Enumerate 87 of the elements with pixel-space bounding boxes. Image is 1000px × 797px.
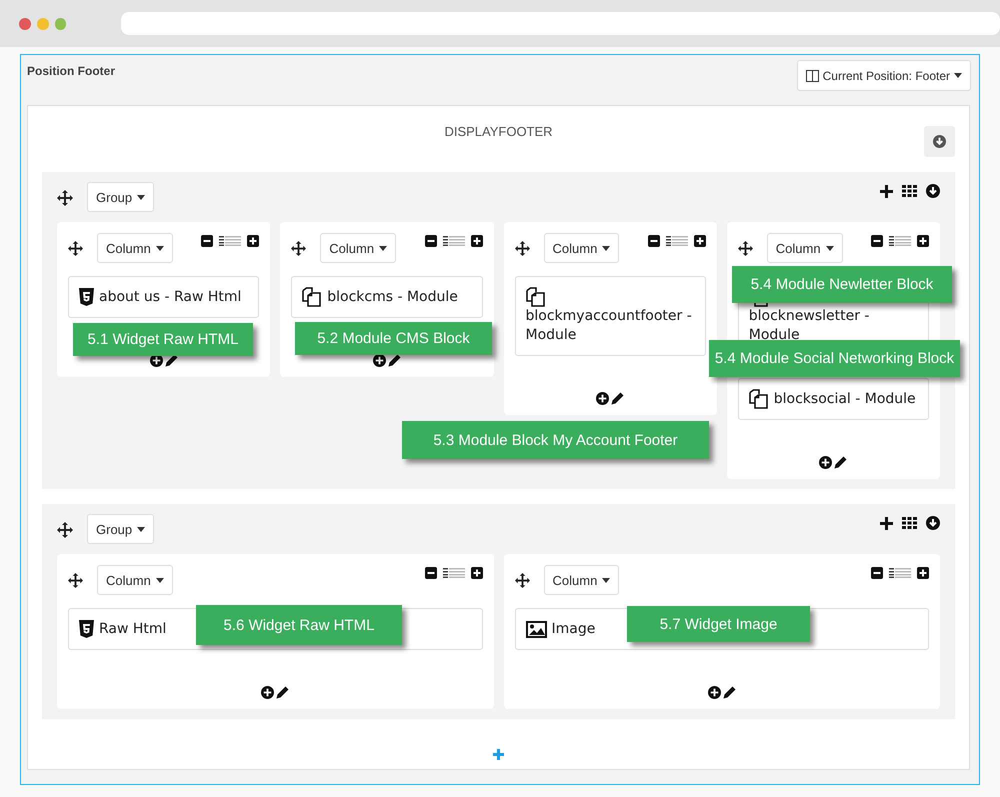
plus-square-icon[interactable] xyxy=(247,235,260,247)
callout-tooltip: 5.4 Module Social Networking Block xyxy=(709,340,960,377)
minus-icon[interactable] xyxy=(424,567,436,579)
pencil-icon[interactable] xyxy=(164,354,178,367)
callout-tooltip: 5.6 Widget Raw HTML xyxy=(196,605,402,645)
image-icon xyxy=(526,620,546,638)
add-circle-icon[interactable] xyxy=(261,686,274,699)
html5-icon xyxy=(79,620,94,638)
column-dropdown[interactable]: Column xyxy=(766,233,843,263)
callout-tooltip: 5.2 Module CMS Block xyxy=(295,322,492,355)
download-icon xyxy=(933,135,946,148)
column-dropdown[interactable]: Column xyxy=(320,233,396,263)
width-lines-icon[interactable] xyxy=(442,568,464,578)
column-dropdown[interactable]: Column xyxy=(97,565,173,595)
minus-icon[interactable] xyxy=(871,235,883,247)
grid-icon[interactable] xyxy=(902,517,917,529)
plus-square-icon[interactable] xyxy=(917,567,929,579)
column-dropdown[interactable]: Column xyxy=(544,233,620,263)
pencil-icon[interactable] xyxy=(276,686,290,699)
module-label: Raw Html xyxy=(99,620,166,638)
pencil-icon[interactable] xyxy=(834,456,848,469)
group-dropdown[interactable]: Group xyxy=(87,182,154,212)
plus-square-icon[interactable] xyxy=(694,235,706,247)
html5-icon xyxy=(79,288,94,306)
minus-icon[interactable] xyxy=(201,235,214,247)
close-window-icon[interactable] xyxy=(19,18,31,30)
module-label: blocksocial - Module xyxy=(774,390,916,408)
callout-tooltip: 5.1 Widget Raw HTML xyxy=(73,323,253,356)
pencil-icon[interactable] xyxy=(722,686,736,699)
plus-icon[interactable] xyxy=(880,184,893,198)
move-icon[interactable] xyxy=(57,190,73,206)
download-button[interactable] xyxy=(924,126,955,157)
minus-icon[interactable] xyxy=(648,235,660,247)
plus-square-icon[interactable] xyxy=(470,235,482,247)
move-icon[interactable] xyxy=(291,241,306,256)
caret-icon xyxy=(954,73,962,78)
caret-icon xyxy=(602,246,610,250)
module-label: Image xyxy=(552,620,596,638)
plus-icon[interactable] xyxy=(880,516,893,530)
plus-square-icon[interactable] xyxy=(470,567,482,579)
module-item[interactable]: blockmyaccountfooter - Module xyxy=(514,276,706,356)
caret-icon xyxy=(156,578,164,582)
caret-icon xyxy=(379,246,388,250)
hook-title: DISPLAYFOOTER xyxy=(443,123,554,139)
group-dropdown[interactable]: Group xyxy=(87,514,154,544)
move-icon[interactable] xyxy=(514,573,530,588)
caret-icon xyxy=(156,246,164,250)
minus-icon[interactable] xyxy=(424,235,436,247)
move-icon[interactable] xyxy=(738,241,753,256)
callout-tooltip: 5.4 Module Newletter Block xyxy=(732,266,952,303)
width-lines-icon[interactable] xyxy=(219,236,242,246)
column-dropdown[interactable]: Column xyxy=(97,233,173,263)
module-label: about us - Raw Html xyxy=(99,288,242,306)
module-label: blockmyaccountfooter - Module xyxy=(526,307,693,345)
move-icon[interactable] xyxy=(68,241,83,256)
move-icon[interactable] xyxy=(514,241,530,256)
caret-icon xyxy=(602,578,610,582)
download-icon[interactable] xyxy=(926,516,940,530)
move-icon[interactable] xyxy=(68,573,83,588)
module-item[interactable]: blocksocial - Module xyxy=(738,378,929,420)
section-title: Position Footer xyxy=(27,64,115,78)
add-group-icon[interactable] xyxy=(493,749,504,760)
add-circle-icon[interactable] xyxy=(596,392,610,405)
callout-tooltip: 5.3 Module Block My Account Footer xyxy=(402,421,709,459)
module-item[interactable]: blockcms - Module xyxy=(291,276,482,318)
module-label: blockcms - Module xyxy=(327,288,458,306)
pencil-icon[interactable] xyxy=(611,392,624,405)
caret-icon xyxy=(826,246,834,250)
caret-icon xyxy=(137,526,146,532)
move-icon[interactable] xyxy=(57,522,73,538)
position-dropdown[interactable]: Current Position: Footer xyxy=(796,60,971,91)
width-lines-icon[interactable] xyxy=(442,236,464,246)
add-circle-icon[interactable] xyxy=(819,456,832,469)
grid-icon[interactable] xyxy=(902,185,917,197)
plus-square-icon[interactable] xyxy=(917,235,929,247)
module-item[interactable]: about us - Raw Html xyxy=(68,276,260,318)
callout-tooltip: 5.7 Widget Image xyxy=(627,606,810,642)
width-lines-icon[interactable] xyxy=(889,568,911,578)
caret-icon xyxy=(137,194,146,200)
column-dropdown[interactable]: Column xyxy=(544,565,620,595)
width-lines-icon[interactable] xyxy=(666,236,688,246)
columns-icon xyxy=(806,70,819,82)
add-circle-icon[interactable] xyxy=(708,686,721,699)
minus-icon[interactable] xyxy=(871,567,883,579)
width-lines-icon[interactable] xyxy=(889,236,911,246)
download-icon[interactable] xyxy=(926,184,940,198)
add-circle-icon[interactable] xyxy=(372,354,386,367)
